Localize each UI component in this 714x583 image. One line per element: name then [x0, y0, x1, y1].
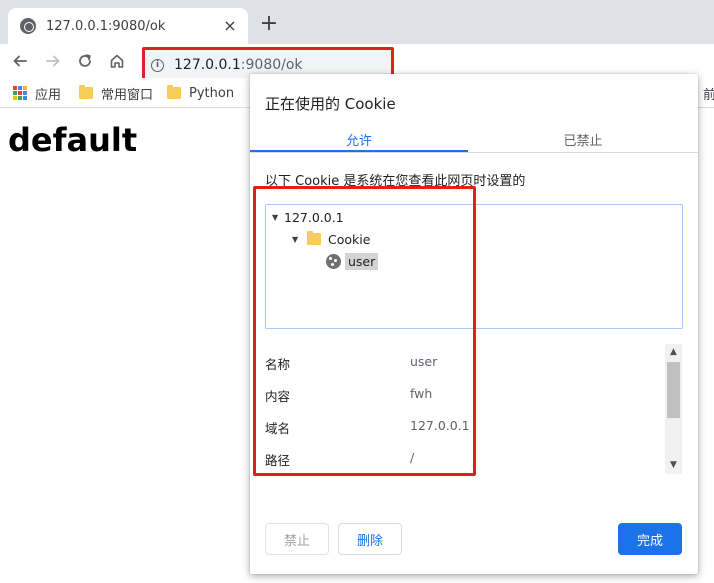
- cookie-tree[interactable]: ▼ 127.0.0.1 ▼ Cookie user: [265, 204, 683, 329]
- cookies-dialog: 正在使用的 Cookie 允许 已禁止 以下 Cookie 是系统在您查看此网页…: [250, 74, 698, 574]
- delete-button[interactable]: 删除: [338, 523, 402, 555]
- scroll-up-icon[interactable]: ▲: [668, 347, 679, 358]
- tree-node-label: Cookie: [328, 231, 371, 247]
- property-value: fwh: [410, 386, 433, 401]
- back-button[interactable]: [8, 49, 32, 73]
- back-arrow-icon: [13, 55, 27, 67]
- forward-button[interactable]: [41, 49, 65, 73]
- new-tab-icon[interactable]: +: [258, 13, 280, 36]
- dialog-title: 正在使用的 Cookie: [265, 95, 396, 113]
- forward-arrow-icon: [46, 55, 60, 67]
- folder-icon: [79, 85, 93, 99]
- property-row: 路径 /: [265, 450, 665, 472]
- tree-node-folder[interactable]: ▼ Cookie: [292, 229, 370, 249]
- close-tab-icon[interactable]: ×: [222, 18, 238, 34]
- expand-triangle-icon[interactable]: ▼: [272, 213, 284, 222]
- tree-node-site[interactable]: ▼ 127.0.0.1: [272, 207, 344, 227]
- page-heading: default: [8, 121, 138, 159]
- tab-strip: 127.0.0.1:9080/ok × +: [0, 0, 714, 44]
- property-row: 域名 127.0.0.1: [265, 418, 665, 450]
- property-value: /: [410, 450, 415, 465]
- scroll-down-icon[interactable]: ▼: [668, 460, 679, 471]
- bookmark-common-windows[interactable]: 常用窗口: [79, 84, 154, 103]
- reload-icon: [79, 54, 91, 67]
- tree-node-cookie[interactable]: user: [326, 251, 379, 271]
- scroll-thumb[interactable]: [667, 362, 680, 418]
- cookie-properties: 名称 user 内容 fwh 域名 127.0.0.1 路径 /: [265, 344, 665, 472]
- block-button[interactable]: 禁止: [265, 523, 329, 555]
- home-icon: [110, 54, 124, 68]
- bookmark-label: Python: [189, 85, 235, 101]
- globe-icon: [20, 18, 36, 34]
- tab-blocked[interactable]: 已禁止: [474, 130, 692, 149]
- property-value: user: [410, 354, 438, 369]
- tree-node-label: user: [345, 252, 379, 270]
- property-row: 内容 fwh: [265, 386, 665, 418]
- done-button[interactable]: 完成: [618, 523, 682, 555]
- tab-allowed[interactable]: 允许: [250, 130, 468, 149]
- property-value: 127.0.0.1: [410, 418, 470, 433]
- bookmark-label: 应用: [35, 87, 62, 103]
- bookmark-apps[interactable]: 应用: [13, 84, 62, 103]
- expand-triangle-icon[interactable]: ▼: [292, 235, 304, 244]
- url-text: 127.0.0.1:9080/ok: [174, 57, 303, 73]
- info-icon[interactable]: i: [151, 58, 164, 72]
- bookmark-label: 前: [703, 87, 714, 103]
- bookmark-label: 常用窗口: [101, 87, 154, 103]
- dialog-description: 以下 Cookie 是系统在您查看此网页时设置的: [265, 174, 526, 189]
- tab-title: 127.0.0.1:9080/ok: [46, 18, 166, 34]
- tree-node-label: 127.0.0.1: [284, 209, 344, 225]
- apps-icon: [13, 86, 27, 100]
- dialog-tabs: 允许 已禁止: [250, 124, 698, 153]
- folder-icon: [167, 85, 181, 99]
- property-key: 名称: [265, 357, 291, 372]
- property-key: 内容: [265, 389, 291, 404]
- property-key: 域名: [265, 421, 291, 436]
- active-tab-indicator: [250, 150, 468, 152]
- browser-tab[interactable]: 127.0.0.1:9080/ok ×: [8, 8, 248, 44]
- home-button[interactable]: [105, 49, 129, 73]
- folder-icon: [307, 231, 321, 245]
- cookie-icon: [326, 253, 341, 269]
- bookmark-python[interactable]: Python: [167, 84, 234, 102]
- property-row: 名称 user: [265, 354, 665, 386]
- reload-button[interactable]: [73, 49, 97, 73]
- property-key: 路径: [265, 453, 291, 468]
- properties-scrollbar[interactable]: ▲ ▼: [665, 344, 682, 474]
